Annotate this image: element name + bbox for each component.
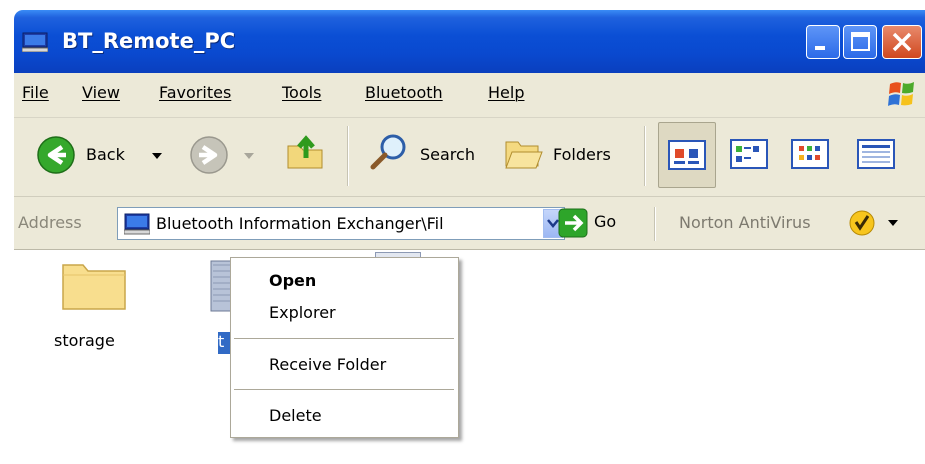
- view-tiles-button[interactable]: [729, 134, 773, 178]
- toolbar-separator: [644, 126, 646, 186]
- window-title: BT_Remote_PC: [62, 29, 236, 53]
- file-label-selected: t: [218, 332, 230, 354]
- menu-tools[interactable]: Tools: [282, 83, 321, 102]
- toolbar-separator: [654, 207, 656, 241]
- go-button[interactable]: Go: [558, 206, 638, 240]
- back-button[interactable]: Back: [34, 132, 170, 178]
- file-list-area[interactable]: [14, 250, 925, 464]
- forward-arrow-icon: [190, 136, 228, 174]
- norton-antivirus-button[interactable]: [848, 209, 908, 239]
- address-bar: Address Bluetooth Information Exchanger\…: [14, 197, 925, 250]
- toolbar: Back Search Folders: [14, 118, 925, 197]
- icons-view-icon: [791, 139, 829, 169]
- go-label: Go: [594, 212, 617, 231]
- menu-bluetooth[interactable]: Bluetooth: [365, 83, 443, 102]
- maximize-button[interactable]: [843, 25, 877, 59]
- folders-label: Folders: [553, 145, 611, 164]
- search-button[interactable]: Search: [369, 132, 499, 178]
- back-label: Back: [86, 145, 125, 164]
- menu-separator: [234, 389, 454, 390]
- computer-icon: [124, 213, 150, 235]
- folders-button[interactable]: Folders: [504, 132, 634, 178]
- folder-icon: [62, 264, 126, 310]
- norton-antivirus-label: Norton AntiVirus: [679, 213, 811, 232]
- go-arrow-icon: [558, 208, 588, 238]
- forward-button[interactable]: [189, 132, 259, 178]
- context-menu-open[interactable]: Open: [269, 271, 316, 290]
- view-thumbnails-button[interactable]: [658, 122, 716, 188]
- maximize-icon: [851, 32, 870, 51]
- search-icon: [370, 134, 406, 170]
- folder-label: storage: [54, 331, 115, 350]
- menu-separator: [234, 338, 454, 339]
- menu-favorites[interactable]: Favorites: [159, 83, 231, 102]
- thumbnails-view-icon: [668, 140, 706, 170]
- close-icon: [892, 32, 912, 52]
- folders-icon: [505, 141, 543, 169]
- tiles-view-icon: [730, 139, 768, 169]
- explorer-window: BT_Remote_PC File View Favorites Tools B…: [0, 0, 925, 464]
- menu-view[interactable]: View: [82, 83, 120, 102]
- computer-icon: [22, 32, 48, 52]
- windows-logo-icon: [888, 82, 914, 106]
- menu-help[interactable]: Help: [488, 83, 524, 102]
- back-arrow-icon: [37, 136, 75, 174]
- up-folder-icon: [287, 135, 323, 169]
- minimize-icon: [815, 46, 825, 50]
- context-menu-delete[interactable]: Delete: [269, 406, 322, 425]
- chevron-down-icon: [244, 153, 254, 159]
- view-icons-button[interactable]: [790, 134, 834, 178]
- folder-item-storage[interactable]: storage: [50, 255, 140, 355]
- search-label: Search: [420, 145, 475, 164]
- context-menu: Open Explorer Receive Folder Delete: [230, 257, 459, 438]
- minimize-button[interactable]: [806, 25, 840, 59]
- address-label: Address: [18, 213, 82, 232]
- norton-icon: [849, 210, 875, 236]
- view-details-button[interactable]: [856, 134, 900, 178]
- toolbar-separator: [347, 126, 349, 186]
- context-menu-explorer[interactable]: Explorer: [269, 303, 336, 322]
- up-folder-button[interactable]: [286, 132, 332, 178]
- address-value: Bluetooth Information Exchanger\Fil: [156, 214, 444, 233]
- title-bar[interactable]: BT_Remote_PC: [14, 10, 925, 73]
- menu-file[interactable]: File: [22, 83, 49, 102]
- details-view-icon: [857, 139, 895, 169]
- menu-bar: File View Favorites Tools Bluetooth Help: [14, 73, 925, 118]
- context-menu-receive-folder[interactable]: Receive Folder: [269, 355, 386, 374]
- chevron-down-icon: [888, 220, 898, 226]
- address-input[interactable]: Bluetooth Information Exchanger\Fil: [117, 207, 565, 240]
- close-button[interactable]: [882, 25, 922, 59]
- chevron-down-icon: [152, 153, 162, 159]
